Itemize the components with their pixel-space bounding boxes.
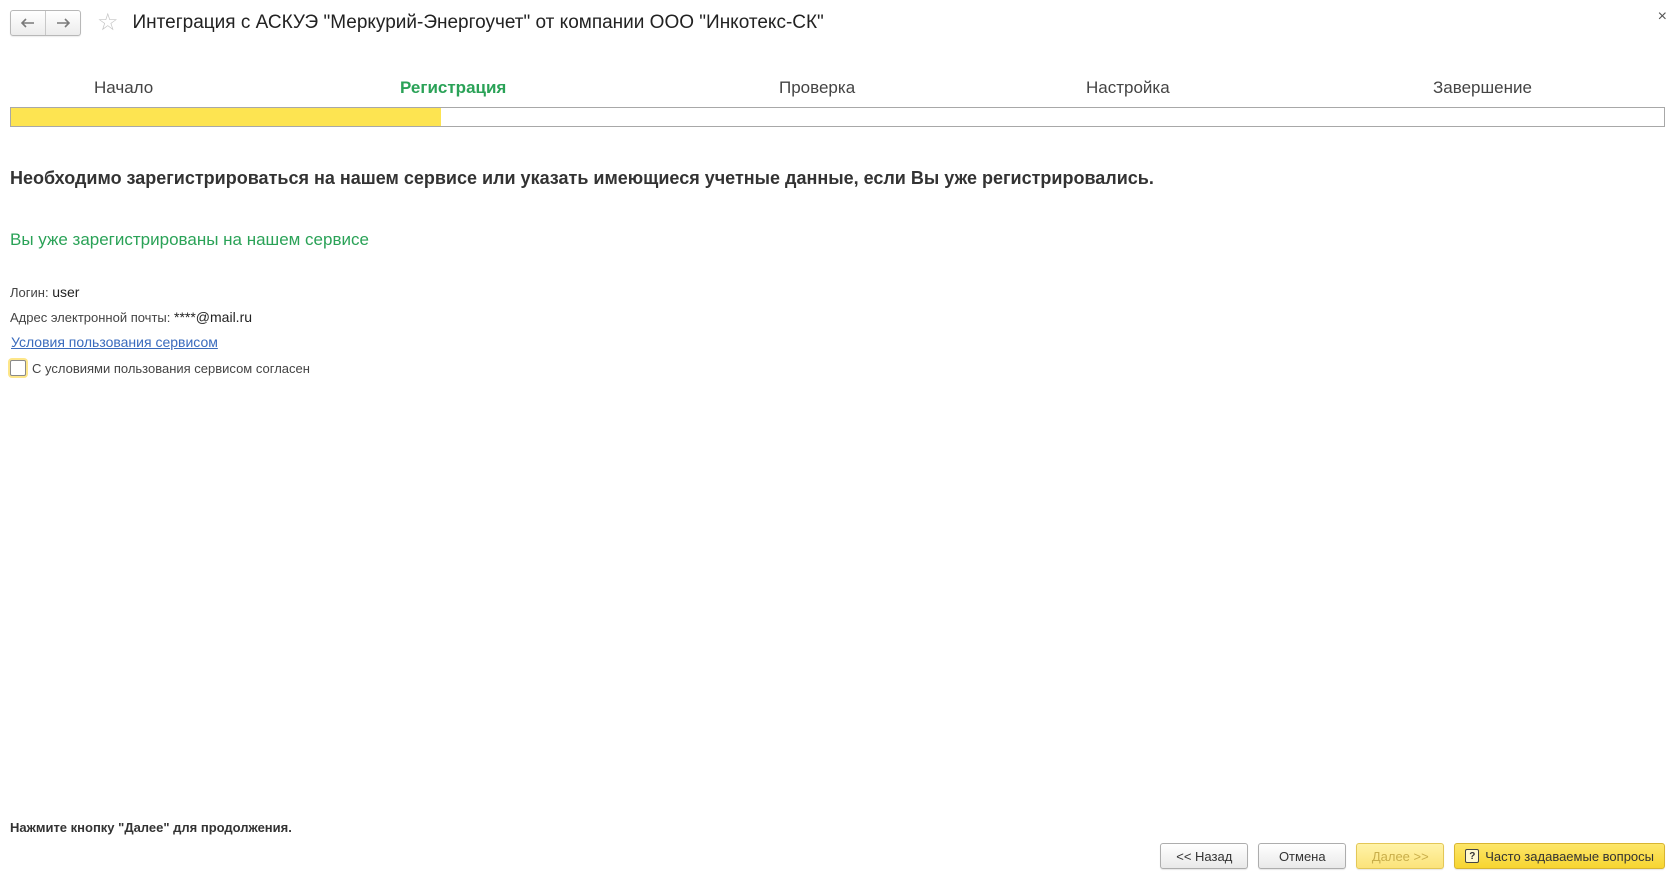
help-icon: ? xyxy=(1465,849,1480,863)
footer-buttons: << Назад Отмена Далее >> ? Часто задавае… xyxy=(1160,843,1665,869)
faq-button-label: Часто задаваемые вопросы xyxy=(1485,848,1654,864)
back-nav-button[interactable] xyxy=(11,11,45,35)
email-label: Адрес электронной почты: xyxy=(10,310,171,325)
continue-hint: Нажмите кнопку "Далее" для продолжения. xyxy=(10,820,292,835)
email-row: Адрес электронной почты: ****@mail.ru xyxy=(10,309,252,325)
step-setup: Настройка xyxy=(1086,78,1170,97)
agree-terms-label[interactable]: С условиями пользования сервисом согласе… xyxy=(32,361,310,376)
window-title: Интеграция с АСКУЭ "Меркурий-Энергоучет"… xyxy=(132,12,824,33)
step-start: Начало xyxy=(94,78,154,97)
email-value: ****@mail.ru xyxy=(174,309,253,325)
step-finish: Завершение xyxy=(1433,78,1532,97)
agree-terms-row[interactable]: С условиями пользования сервисом согласе… xyxy=(8,360,310,376)
arrow-left-icon xyxy=(21,18,34,28)
agree-terms-checkbox[interactable] xyxy=(10,360,26,376)
next-button[interactable]: Далее >> xyxy=(1356,843,1445,869)
cancel-button[interactable]: Отмена xyxy=(1258,843,1347,869)
arrow-right-icon xyxy=(57,18,70,28)
faq-button[interactable]: ? Часто задаваемые вопросы xyxy=(1454,843,1665,869)
login-value: user xyxy=(52,284,80,300)
login-row: Логин: user xyxy=(10,284,79,300)
registration-status: Вы уже зарегистрированы на нашем сервисе xyxy=(10,230,369,249)
wizard-steps: Начало Регистрация Проверка Настройка За… xyxy=(0,78,1677,100)
step-check: Проверка xyxy=(779,78,856,97)
star-icon[interactable]: ☆ xyxy=(97,11,119,35)
back-button[interactable]: << Назад xyxy=(1160,843,1249,869)
wizard-progress-bar xyxy=(10,107,1665,127)
close-icon[interactable]: × xyxy=(1658,8,1667,26)
progress-fill xyxy=(11,108,441,126)
forward-nav-button[interactable] xyxy=(45,11,80,35)
wizard-window: ☆ Интеграция с АСКУЭ "Меркурий-Энергоуче… xyxy=(0,0,1677,880)
terms-link[interactable]: Условия пользования сервисом xyxy=(11,334,218,350)
instruction-headline: Необходимо зарегистрироваться на нашем с… xyxy=(10,168,1154,188)
login-label: Логин: xyxy=(10,285,49,300)
step-registration: Регистрация xyxy=(400,78,507,97)
title-bar: ☆ Интеграция с АСКУЭ "Меркурий-Энергоуче… xyxy=(10,10,824,36)
history-nav xyxy=(10,10,81,36)
